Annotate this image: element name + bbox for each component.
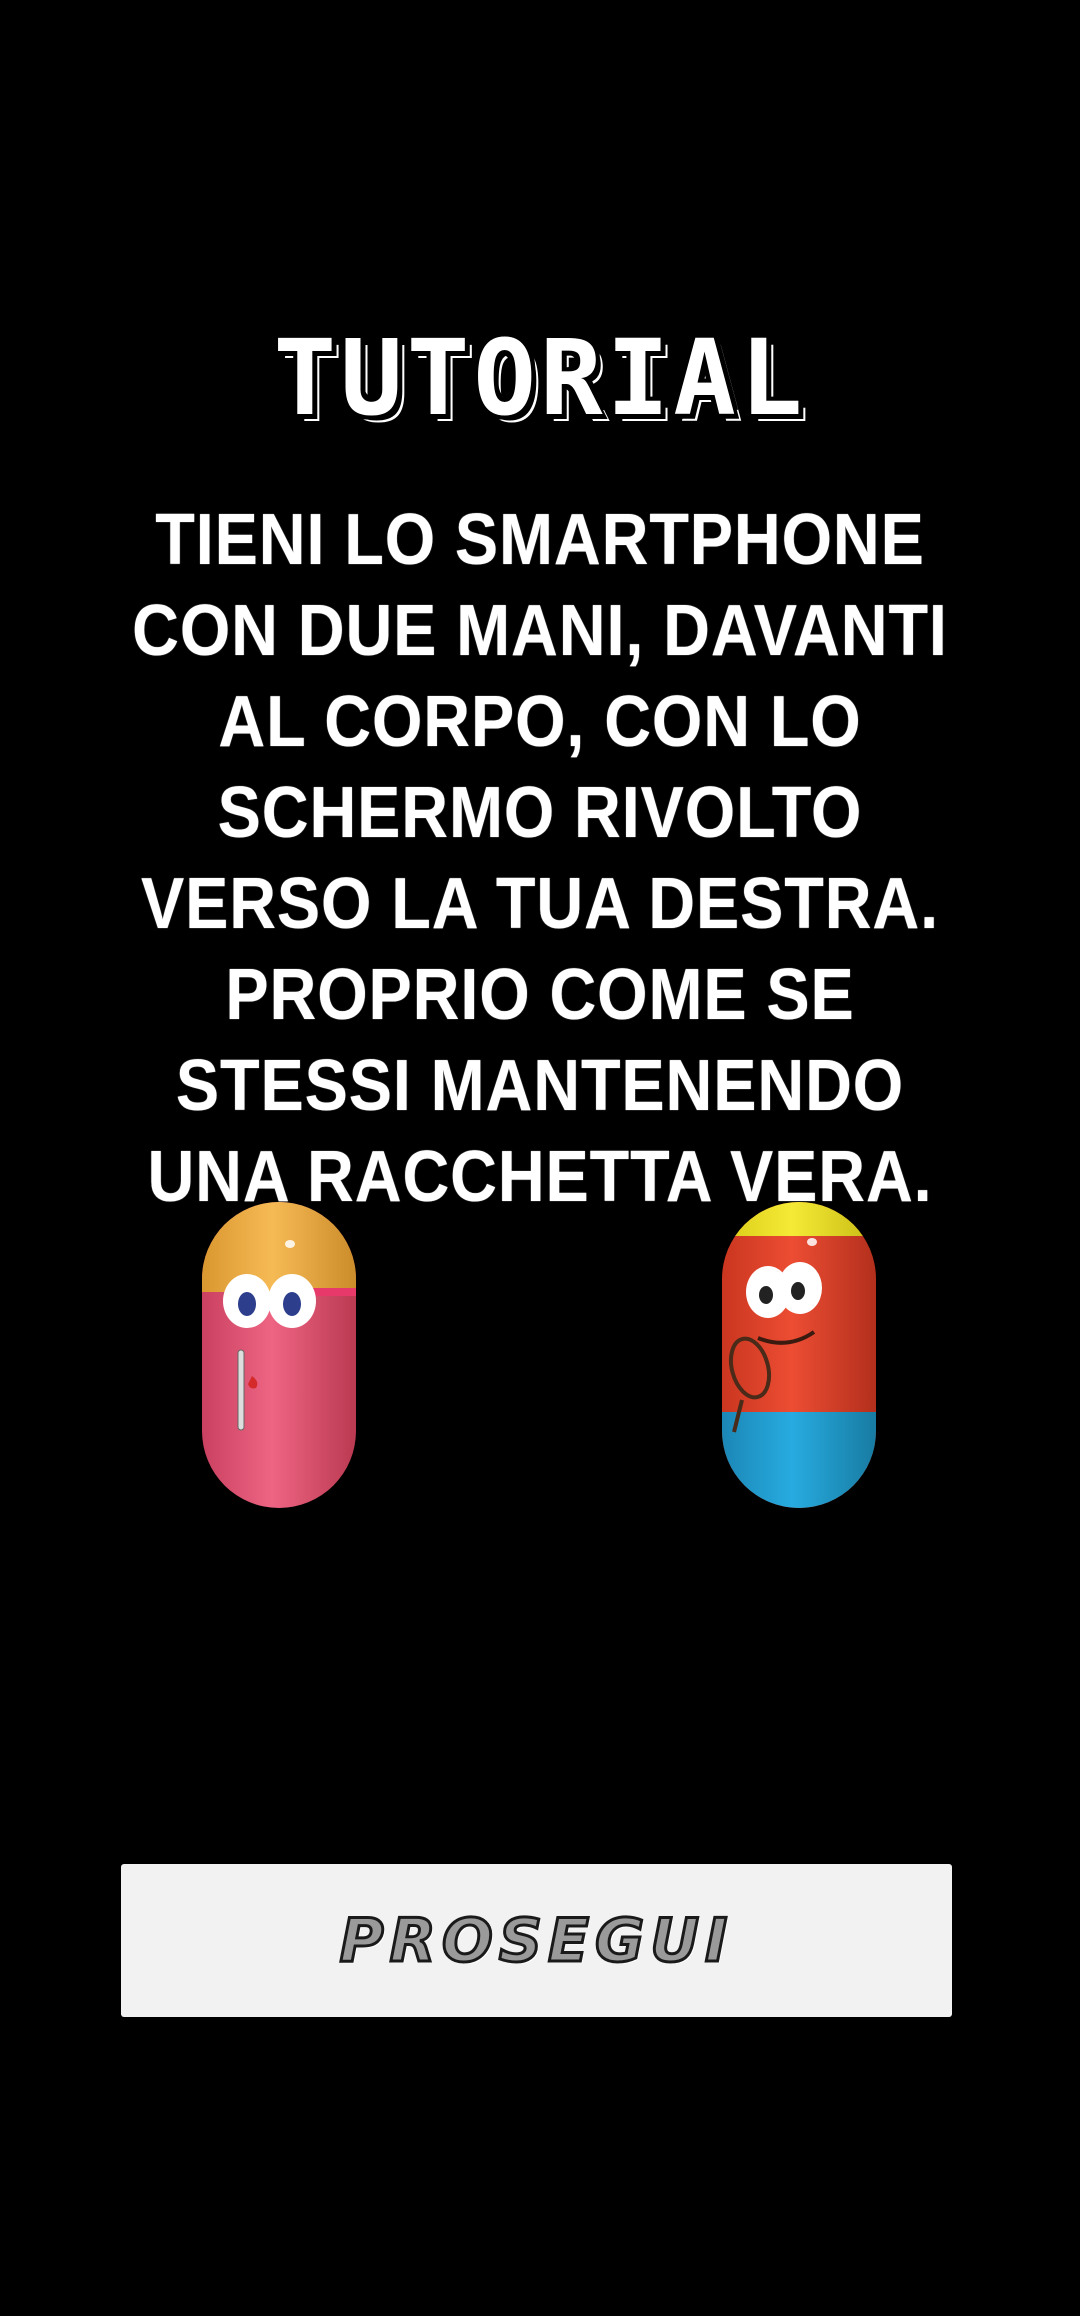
tutorial-instructions: TIENI LO SMARTPHONE CON DUE MANI, DAVANT… xyxy=(132,500,948,1217)
characters-area xyxy=(0,1200,1080,1520)
red-pill-character xyxy=(720,1200,880,1520)
pink-pill-character xyxy=(200,1200,360,1520)
continue-button-label: PROSEGUI xyxy=(338,1904,734,1977)
tutorial-title: TUTORIAL xyxy=(273,317,807,439)
continue-button[interactable]: PROSEGUI xyxy=(121,1864,952,2017)
